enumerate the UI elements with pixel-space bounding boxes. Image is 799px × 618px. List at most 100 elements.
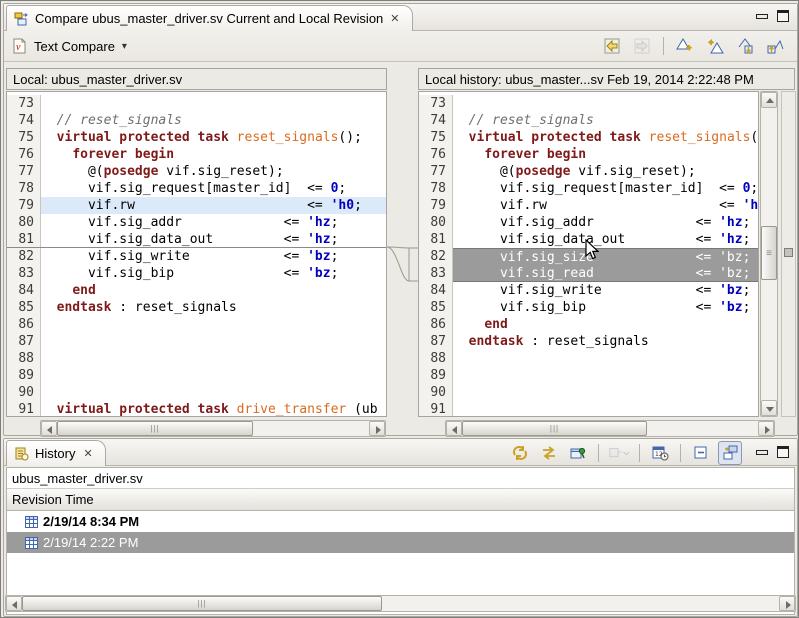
left-code-pane[interactable]: 7374 // reset_signals75 virtual protecte… — [6, 91, 387, 417]
editor-tab-title: Compare ubus_master_driver.sv Current an… — [35, 11, 383, 26]
revision-row[interactable]: 2/19/14 8:34 PM — [7, 511, 794, 532]
compare-editor-region: Compare ubus_master_driver.sv Current an… — [3, 3, 798, 436]
code-line-88[interactable]: 88 — [7, 350, 386, 367]
revision-table-icon — [721, 444, 739, 462]
code-line-79[interactable]: 79 vif.rw <= 'h0; — [419, 197, 758, 214]
editor-minimize-button[interactable] — [756, 11, 767, 21]
line-number: 83 — [7, 265, 41, 282]
history-view-region: History ✕ — [3, 438, 798, 617]
collapse-all-button[interactable] — [689, 441, 713, 465]
right-pane-horizontal-scrollbar[interactable]: ||| — [445, 420, 775, 437]
history-maximize-button[interactable] — [777, 446, 789, 458]
code-line-90[interactable]: 90 — [7, 384, 386, 401]
code-line-85[interactable]: 85 vif.sig_bip <= 'bz; — [419, 299, 758, 316]
compare-mode-dropdown-icon[interactable]: ▾ — [122, 41, 127, 52]
previous-change-button[interactable] — [763, 34, 787, 58]
next-change-button[interactable] — [733, 34, 757, 58]
line-number: 74 — [7, 112, 41, 129]
scroll-left-arrow[interactable] — [446, 421, 462, 436]
code-line-79[interactable]: 79 vif.rw <= 'h0; — [7, 197, 386, 214]
code-line-85[interactable]: 85 endtask : reset_signals — [7, 299, 386, 316]
code-line-81[interactable]: 81 vif.sig_data_out <= 'hz; — [419, 231, 758, 248]
revision-row[interactable]: 2/19/14 2:22 PM — [7, 532, 794, 553]
code-line-78[interactable]: 78 vif.sig_request[master_id] <= 0; — [7, 180, 386, 197]
previous-change-icon — [766, 37, 784, 55]
code-line-77[interactable]: 77 @(posedge vif.sig_reset); — [7, 163, 386, 180]
diff-marker[interactable] — [784, 248, 793, 257]
copy-left-to-right-icon — [633, 37, 651, 55]
code-line-91[interactable]: 91 virtual protected task drive_transfer… — [7, 401, 386, 417]
code-line-87[interactable]: 87 — [7, 333, 386, 350]
scroll-left-arrow[interactable] — [41, 421, 57, 436]
compare-mode-selector[interactable]: v Text Compare ▾ — [4, 38, 127, 54]
code-line-78[interactable]: 78 vif.sig_request[master_id] <= 0; — [419, 180, 758, 197]
code-line-82[interactable]: 82 vif.sig_size <= 'bz; — [419, 248, 758, 265]
code-line-80[interactable]: 80 vif.sig_addr <= 'hz; — [419, 214, 758, 231]
history-tab-bar: History ✕ — [4, 439, 797, 466]
scroll-right-arrow[interactable] — [369, 421, 385, 436]
date-filter-button[interactable]: 12 — [648, 441, 672, 465]
code-line-81[interactable]: 81 vif.sig_data_out <= 'hz; — [7, 231, 386, 248]
copy-all-right-to-left-button[interactable] — [600, 34, 624, 58]
history-horizontal-scrollbar[interactable]: ||| — [5, 595, 796, 612]
right-code-pane[interactable]: 7374 // reset_signals75 virtual protecte… — [418, 91, 759, 417]
scroll-right-arrow[interactable] — [779, 596, 795, 611]
code-line-77[interactable]: 77 @(posedge vif.sig_reset); — [419, 163, 758, 180]
line-number: 76 — [419, 146, 453, 163]
history-tab-close-icon[interactable]: ✕ — [81, 447, 94, 460]
code-line-80[interactable]: 80 vif.sig_addr <= 'hz; — [7, 214, 386, 231]
code-line-84[interactable]: 84 end — [7, 282, 386, 299]
collapse-all-icon — [692, 444, 710, 462]
code-line-76[interactable]: 76 forever begin — [7, 146, 386, 163]
code-line-75[interactable]: 75 virtual protected task reset_signals(… — [7, 129, 386, 146]
code-line-89[interactable]: 89 — [7, 367, 386, 384]
scroll-up-arrow[interactable] — [761, 92, 777, 108]
editor-tab-close-icon[interactable]: ✕ — [388, 12, 401, 25]
code-line-73[interactable]: 73 — [419, 95, 758, 112]
code-line-73[interactable]: 73 — [7, 95, 386, 112]
pin-view-button[interactable] — [566, 441, 590, 465]
horizontal-scroll-thumb[interactable]: ||| — [57, 421, 253, 436]
link-with-editor-button[interactable] — [537, 441, 561, 465]
code-line-82[interactable]: 82 vif.sig_write <= 'bz; — [7, 248, 386, 265]
horizontal-scroll-thumb[interactable]: ||| — [22, 596, 382, 611]
tab-history[interactable]: History ✕ — [6, 440, 106, 466]
code-line-75[interactable]: 75 virtual protected task reset_signals(… — [419, 129, 758, 146]
revision-time-column-header[interactable]: Revision Time — [7, 489, 794, 511]
code-line-89[interactable]: 89 — [419, 367, 758, 384]
toolbar-separator — [680, 444, 681, 462]
code-line-84[interactable]: 84 vif.sig_write <= 'bz; — [419, 282, 758, 299]
next-difference-button[interactable] — [673, 34, 697, 58]
editor-maximize-button[interactable] — [777, 10, 789, 22]
right-pane-vertical-scrollbar[interactable]: ≡ — [760, 91, 778, 417]
code-line-76[interactable]: 76 forever begin — [419, 146, 758, 163]
show-revision-table-button[interactable] — [718, 441, 742, 465]
left-pane-horizontal-scrollbar[interactable]: ||| — [40, 420, 386, 437]
code-line-83[interactable]: 83 vif.sig_read <= 'bz; — [419, 265, 758, 282]
code-line-86[interactable]: 86 end — [419, 316, 758, 333]
line-number: 78 — [7, 180, 41, 197]
vertical-scroll-thumb[interactable]: ≡ — [761, 226, 777, 280]
code-line-74[interactable]: 74 // reset_signals — [7, 112, 386, 129]
code-line-91[interactable]: 91 — [419, 401, 758, 417]
scroll-down-arrow[interactable] — [761, 400, 777, 416]
previous-difference-button[interactable] — [703, 34, 727, 58]
code-line-74[interactable]: 74 // reset_signals — [419, 112, 758, 129]
code-line-90[interactable]: 90 — [419, 384, 758, 401]
diff-overview-ruler[interactable] — [781, 91, 796, 417]
scroll-right-arrow[interactable] — [758, 421, 774, 436]
history-minimize-button[interactable] — [756, 447, 767, 457]
diff-connector-icon — [387, 91, 418, 417]
horizontal-scroll-thumb[interactable]: ||| — [462, 421, 647, 436]
diff-connector-strip — [387, 91, 418, 417]
code-line-86[interactable]: 86 — [7, 316, 386, 333]
refresh-button[interactable] — [508, 441, 532, 465]
toolbar-separator — [663, 37, 664, 55]
line-number: 79 — [7, 197, 41, 214]
scroll-left-arrow[interactable] — [6, 596, 22, 611]
tab-compare-editor[interactable]: Compare ubus_master_driver.sv Current an… — [6, 5, 413, 31]
next-difference-icon — [676, 37, 694, 55]
code-line-88[interactable]: 88 — [419, 350, 758, 367]
code-line-83[interactable]: 83 vif.sig_bip <= 'bz; — [7, 265, 386, 282]
code-line-87[interactable]: 87 endtask : reset_signals — [419, 333, 758, 350]
